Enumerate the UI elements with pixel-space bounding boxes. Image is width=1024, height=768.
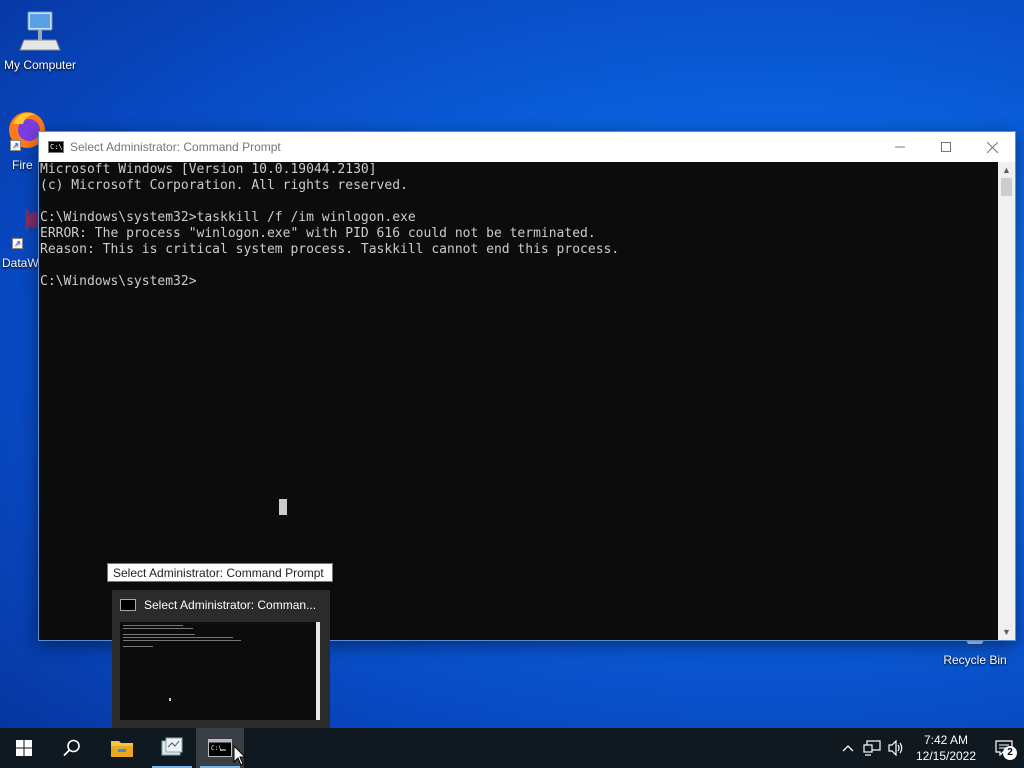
desktop-icon-my-computer[interactable]: My Computer: [0, 10, 80, 72]
clock-date: 12/15/2022: [915, 749, 977, 763]
console-prompt-line: C:\Windows\system32>: [40, 274, 197, 289]
shortcut-arrow-icon: ↗: [12, 238, 23, 249]
start-button[interactable]: [0, 728, 48, 768]
show-hidden-icons-button[interactable]: [836, 728, 860, 768]
thumbnail-line: [123, 640, 241, 641]
windows-logo-icon: [16, 740, 32, 756]
thumbnail-cursor: [169, 698, 171, 701]
taskbar: C:\ 7:42 AM 12/15/2022 2: [0, 728, 1024, 768]
thumbnail-screen: [120, 622, 320, 720]
computer-icon: [19, 11, 61, 51]
network-icon: [863, 740, 881, 756]
close-button[interactable]: [969, 132, 1015, 162]
close-icon: [986, 141, 998, 153]
taskbar-tooltip: Select Administrator: Command Prompt: [107, 563, 333, 582]
console-line: Microsoft Windows [Version 10.0.19044.21…: [40, 162, 377, 177]
desktop-icon-label: DataW: [2, 256, 39, 270]
cmd-icon: C:\.: [48, 141, 67, 153]
cmd-icon: C:\: [208, 739, 232, 757]
action-center-button[interactable]: 2: [984, 728, 1024, 768]
app-icon: [161, 737, 183, 756]
desktop-icon-label: Fire: [12, 158, 33, 172]
window-titlebar[interactable]: C:\. Select Administrator: Command Promp…: [39, 132, 1015, 162]
text-cursor: [279, 499, 287, 515]
system-tray: 7:42 AM 12/15/2022 2: [836, 728, 1024, 768]
minimize-icon: [895, 146, 905, 148]
network-button[interactable]: [860, 728, 884, 768]
console-line: C:\Windows\system32>taskkill /f /im winl…: [40, 210, 416, 225]
clock[interactable]: 7:42 AM 12/15/2022: [908, 732, 984, 764]
chevron-up-icon: [842, 745, 854, 752]
desktop-icon-label: My Computer: [3, 58, 77, 72]
speaker-icon: [888, 740, 903, 756]
file-explorer-taskbar-item[interactable]: [98, 728, 146, 768]
console-line: Reason: This is critical system process.…: [40, 242, 620, 257]
svg-text:C:\: C:\: [211, 745, 222, 752]
thumbnail-line: [123, 625, 183, 626]
notification-count-badge: 2: [1003, 746, 1017, 760]
window-title: Select Administrator: Command Prompt: [70, 140, 281, 154]
thumbnail-title: Select Administrator: Comman...: [144, 598, 317, 612]
folder-icon: [111, 741, 133, 757]
search-button[interactable]: [48, 728, 96, 768]
thumbnail-line: [123, 628, 193, 629]
minimize-button[interactable]: [877, 132, 923, 162]
thumbnail-line: [123, 637, 233, 638]
taskbar-thumbnail-preview[interactable]: Select Administrator: Comman...: [112, 590, 330, 728]
scroll-up-arrow-icon[interactable]: ▲: [998, 162, 1015, 178]
cmd-icon: [120, 599, 136, 611]
volume-button[interactable]: [884, 728, 908, 768]
console-line: ERROR: The process "winlogon.exe" with P…: [40, 226, 596, 241]
console-line: (c) Microsoft Corporation. All rights re…: [40, 178, 408, 193]
maximize-icon: [941, 142, 951, 152]
app-taskbar-item[interactable]: [148, 728, 196, 768]
shortcut-arrow-icon: ↗: [10, 140, 21, 151]
scroll-down-arrow-icon[interactable]: ▼: [998, 624, 1015, 640]
vertical-scrollbar[interactable]: ▲ ▼: [998, 162, 1015, 640]
clock-time: 7:42 AM: [923, 733, 969, 747]
thumbnail-line: [123, 646, 153, 647]
thumbnail-line: [123, 634, 195, 635]
scrollbar-thumb[interactable]: [1001, 178, 1012, 196]
maximize-button[interactable]: [923, 132, 969, 162]
mouse-pointer-icon: [233, 745, 247, 766]
search-icon: [63, 739, 80, 757]
desktop-icon-label: Recycle Bin: [943, 653, 1007, 667]
